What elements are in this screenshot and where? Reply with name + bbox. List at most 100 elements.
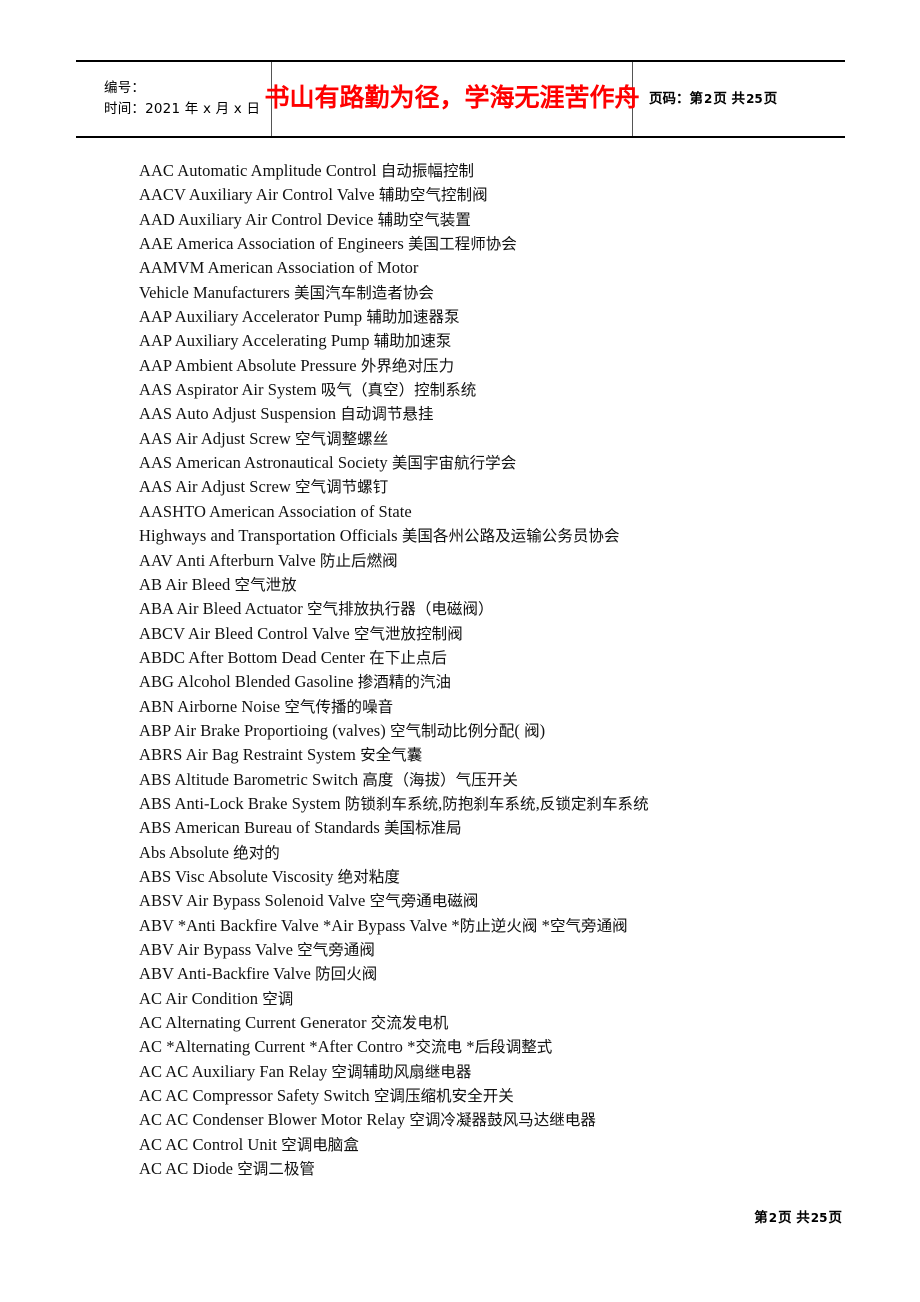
entry-latin-run: ABV Anti-Backfire Valve bbox=[139, 964, 316, 984]
entry-chinese-run: 空调二极管 bbox=[237, 1160, 315, 1179]
glossary-entry: AC AC Control Unit 空调电脑盒 bbox=[139, 1133, 879, 1157]
entry-chinese-run: 空调压缩机安全开关 bbox=[373, 1087, 514, 1106]
glossary-entry: AAV Anti Afterburn Valve 防止后燃阀 bbox=[139, 549, 879, 573]
page-code-suffix: 页 bbox=[763, 90, 778, 107]
header-cell-motto: 书山有路勤为径，学海无涯苦作舟 bbox=[265, 62, 640, 136]
entry-chinese-run: 空调电脑盒 bbox=[281, 1135, 359, 1154]
entry-chinese-run: 美国工程师协会 bbox=[408, 235, 517, 254]
entry-latin-run: * bbox=[537, 915, 550, 935]
glossary-entry: AC AC Auxiliary Fan Relay 空调辅助风扇继电器 bbox=[139, 1060, 879, 1084]
glossary-entry: Highways and Transportation Officials 美国… bbox=[139, 524, 879, 548]
entry-chinese-run: 空调 bbox=[262, 989, 294, 1008]
entry-latin-run: ( bbox=[514, 720, 525, 740]
entry-latin-run: AC AC Condenser Blower Motor Relay bbox=[139, 1110, 410, 1130]
entry-latin-run: AAD Auxiliary Air Control Device bbox=[139, 209, 378, 229]
footer-suffix: 页 bbox=[828, 1210, 843, 1226]
entry-latin-run: ABV Air Bypass Valve bbox=[139, 940, 298, 959]
glossary-entry: ABG Alcohol Blended Gasoline 掺酒精的汽油 bbox=[139, 670, 879, 694]
entry-chinese-run: 外界绝对压力 bbox=[360, 356, 455, 375]
entry-latin-run: AAP Auxiliary Accelerating Pump bbox=[139, 331, 374, 351]
glossary-entry: AC AC Compressor Safety Switch 空调压缩机安全开关 bbox=[139, 1084, 879, 1108]
glossary-entry: AAC Automatic Amplitude Control 自动振幅控制 bbox=[139, 159, 879, 183]
entry-latin-run: AAS Auto Adjust Suspension bbox=[139, 404, 341, 424]
page-code-prefix: 页码：第 bbox=[649, 90, 703, 107]
entry-latin-run: AAMVM American Association of Motor bbox=[139, 258, 419, 278]
glossary-entry: AACV Auxiliary Air Control Valve 辅助空气控制阀 bbox=[139, 183, 879, 207]
entry-chinese-run: 自动调节悬挂 bbox=[340, 405, 434, 424]
entry-chinese-run: 空气旁通电磁阀 bbox=[369, 892, 479, 911]
entry-chinese-run: 防锁刹车系统 bbox=[344, 794, 439, 813]
page-code-mid: 页 共 bbox=[713, 90, 746, 107]
entry-latin-run: AASHTO American Association of State bbox=[139, 501, 412, 521]
footer-prefix: 第 bbox=[754, 1210, 768, 1226]
entry-chinese-run: 后段调整式 bbox=[474, 1038, 553, 1057]
entry-latin-run: AACV Auxiliary Air Control Valve bbox=[139, 185, 379, 205]
entry-chinese-run: 交流电 bbox=[415, 1038, 463, 1057]
glossary-entry: AASHTO American Association of State bbox=[139, 500, 879, 524]
entry-chinese-run: 空气制动比例分配 bbox=[389, 721, 515, 740]
entry-latin-run: ABV *Anti Backfire Valve *Air Bypass Val… bbox=[139, 915, 460, 935]
entry-chinese-run: 美国宇宙航行学会 bbox=[391, 454, 517, 473]
entry-chinese-run: 空气调节螺钉 bbox=[294, 478, 389, 497]
entry-chinese-run: 空气泄放控制阀 bbox=[353, 624, 463, 643]
entry-chinese-run: 高度（海拔）气压开关 bbox=[362, 770, 518, 789]
entry-latin-run: ABN Airborne Noise bbox=[139, 696, 285, 716]
glossary-entry: AAP Ambient Absolute Pressure 外界绝对压力 bbox=[139, 354, 879, 378]
entry-chinese-run: 美国标准局 bbox=[383, 819, 462, 838]
glossary-entry: AC AC Condenser Blower Motor Relay 空调冷凝器… bbox=[139, 1108, 879, 1132]
entry-latin-run: ABSV Air Bypass Solenoid Valve bbox=[139, 891, 370, 911]
entry-latin-run: AAV Anti Afterburn Valve bbox=[139, 550, 320, 570]
glossary-entry: ABA Air Bleed Actuator 空气排放执行器（电磁阀） bbox=[139, 597, 879, 621]
entry-latin-run: AC AC Diode bbox=[139, 1159, 238, 1179]
entry-chinese-run: 防止逆火阀 bbox=[459, 916, 538, 935]
entry-latin-run: AC Alternating Current Generator bbox=[139, 1013, 371, 1033]
glossary-entry: ABS Altitude Barometric Switch 高度（海拔）气压开… bbox=[139, 768, 879, 792]
glossary-entry: AC *Alternating Current *After Contro *交… bbox=[139, 1035, 879, 1059]
entry-latin-run: ABCV Air Bleed Control Valve bbox=[139, 623, 354, 643]
glossary-entry: ABV *Anti Backfire Valve *Air Bypass Val… bbox=[139, 914, 879, 938]
entry-chinese-run: 在下止点后 bbox=[369, 648, 447, 667]
entry-chinese-run: 安全气囊 bbox=[360, 746, 423, 765]
entry-latin-run: AB Air Bleed bbox=[139, 574, 235, 594]
glossary-entry: Vehicle Manufacturers 美国汽车制造者协会 bbox=[139, 281, 879, 305]
entry-chinese-run: 空气排放执行器（电磁阀） bbox=[306, 600, 494, 619]
entry-latin-run: Highways and Transportation Officials bbox=[139, 526, 402, 546]
entry-chinese-run: 吸气（真空）控制系统 bbox=[320, 381, 477, 400]
header-motto-text: 书山有路勤为径，学海无涯苦作舟 bbox=[264, 85, 640, 112]
entry-latin-run: ABA Air Bleed Actuator bbox=[139, 599, 307, 619]
entry-latin-run: AC AC Control Unit bbox=[139, 1134, 282, 1154]
entry-chinese-run: 自动振幅控制 bbox=[380, 162, 475, 180]
entry-latin-run: AAC Automatic Amplitude Control bbox=[139, 161, 381, 180]
entry-chinese-run: 交流发电机 bbox=[370, 1014, 449, 1033]
glossary-entry: AAMVM American Association of Motor bbox=[139, 256, 879, 280]
glossary-entry: AAS American Astronautical Society 美国宇宙航… bbox=[139, 451, 879, 475]
header-cell-pagecode: 页码：第2页 共25页 bbox=[633, 62, 845, 136]
entry-latin-run: AAS Aspirator Air System bbox=[139, 380, 321, 400]
glossary-entry: AAS Air Adjust Screw 空气调整螺丝 bbox=[139, 427, 879, 451]
entry-chinese-run: 美国各州公路及运输公务员协会 bbox=[401, 527, 620, 546]
glossary-entry: ABS Anti-Lock Brake System 防锁刹车系统,防抱刹车系统… bbox=[139, 792, 879, 816]
glossary-entry: AAP Auxiliary Accelerating Pump 辅助加速泵 bbox=[139, 329, 879, 353]
entry-chinese-run: 空气泄放 bbox=[234, 575, 297, 594]
glossary-entry: Abs Absolute 绝对的 bbox=[139, 841, 879, 865]
glossary-entry: AC Air Condition 空调 bbox=[139, 987, 879, 1011]
page-code-total: 25 bbox=[746, 91, 763, 106]
entry-chinese-run: 辅助空气装置 bbox=[377, 210, 471, 229]
entry-chinese-run: 绝对的 bbox=[233, 843, 280, 862]
glossary-entry: ABSV Air Bypass Solenoid Valve 空气旁通电磁阀 bbox=[139, 889, 879, 913]
entry-latin-run: * bbox=[462, 1037, 475, 1057]
entry-chinese-run: 防抱刹车系统 bbox=[442, 794, 536, 813]
entry-latin-run: AC AC Compressor Safety Switch bbox=[139, 1086, 374, 1106]
header-page-code: 页码：第2页 共25页 bbox=[649, 89, 845, 110]
entry-latin-run: AC Air Condition bbox=[139, 988, 263, 1008]
glossary-entry: AAS Auto Adjust Suspension 自动调节悬挂 bbox=[139, 402, 879, 426]
entry-latin-run: AAP Auxiliary Accelerator Pump bbox=[139, 307, 367, 327]
entry-latin-run: AC *Alternating Current *After Contro * bbox=[139, 1037, 416, 1057]
glossary-entry: ABS Visc Absolute Viscosity 绝对粘度 bbox=[139, 865, 879, 889]
entry-latin-run: ABS Anti-Lock Brake System bbox=[139, 793, 345, 813]
glossary-entry: ABCV Air Bleed Control Valve 空气泄放控制阀 bbox=[139, 622, 879, 646]
entry-latin-run: ) bbox=[539, 720, 546, 740]
glossary-entry: AB Air Bleed 空气泄放 bbox=[139, 573, 879, 597]
entry-chinese-run: 辅助加速泵 bbox=[373, 332, 452, 351]
entry-chinese-run: 阀 bbox=[524, 721, 540, 740]
